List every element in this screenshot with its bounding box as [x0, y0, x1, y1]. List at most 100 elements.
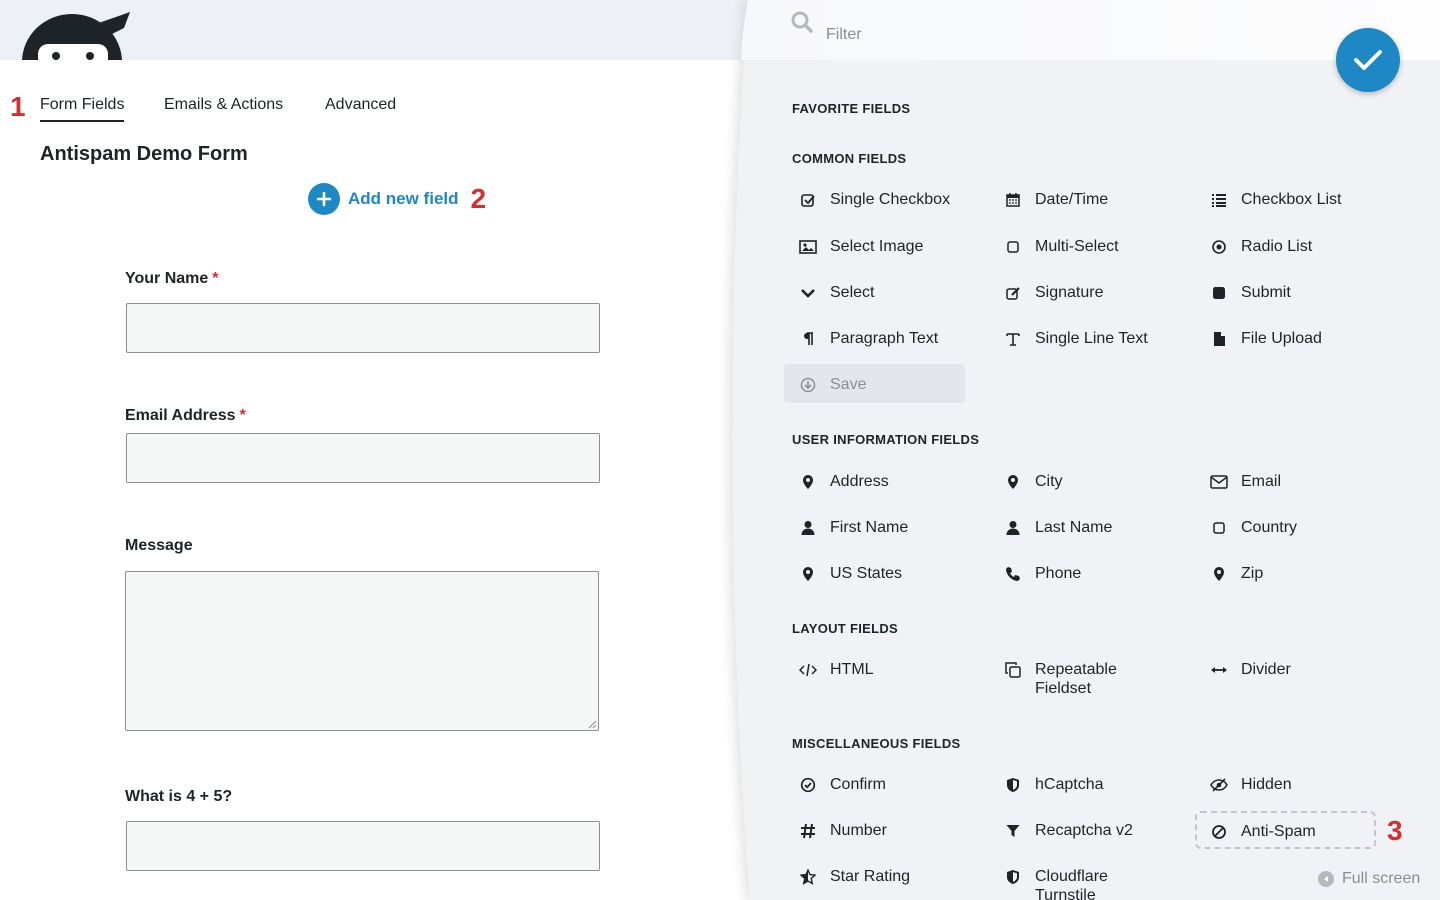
field-checkbox-list[interactable]: Checkbox List [1203, 190, 1383, 230]
field-first-name[interactable]: First Name [792, 518, 972, 558]
full-screen-label: Full screen [1342, 870, 1421, 887]
calendar-icon [1001, 190, 1025, 210]
filter-search[interactable]: Filter [790, 4, 862, 44]
field-select-image[interactable]: Select Image [792, 237, 972, 277]
map-marker-icon [796, 564, 820, 584]
field-country[interactable]: Country [1203, 518, 1383, 558]
user-icon [1001, 518, 1025, 538]
field-divider[interactable]: Divider [1203, 660, 1383, 700]
map-marker-icon [1001, 472, 1025, 492]
image-icon [796, 237, 820, 257]
filter-input[interactable]: Filter [826, 26, 862, 44]
square-filled-icon [1207, 283, 1231, 303]
field-submit[interactable]: Submit [1203, 283, 1383, 323]
field-select[interactable]: Select [792, 283, 972, 323]
field-cloudflare-turnstile[interactable]: Cloudflare Turnstile [997, 867, 1187, 900]
save-circle-icon [796, 375, 820, 395]
field-address[interactable]: Address [792, 472, 972, 512]
search-icon [790, 10, 814, 39]
section-favorite-fields: FAVORITE FIELDS [792, 101, 911, 116]
field-hcaptcha[interactable]: hCaptcha [997, 775, 1177, 815]
field-save[interactable]: Save [784, 364, 965, 403]
field-signature[interactable]: Signature [997, 283, 1177, 323]
arrows-horizontal-icon [1207, 660, 1231, 680]
radio-dot-icon [1207, 237, 1231, 257]
shield-icon [1001, 867, 1025, 887]
required-mark: * [212, 270, 219, 287]
message-label: Message [125, 537, 193, 554]
message-textarea[interactable] [125, 571, 599, 731]
square-outline-icon [1001, 237, 1025, 257]
plus-icon [308, 183, 340, 215]
your-name-label: Your Name * [125, 270, 219, 287]
shield-icon [1001, 775, 1025, 795]
field-anti-spam[interactable]: Anti-Spam [1195, 811, 1376, 849]
field-us-states[interactable]: US States [792, 564, 972, 604]
field-repeatable-fieldset[interactable]: Repeatable Fieldset [997, 660, 1187, 700]
add-new-field-label: Add new field [348, 189, 459, 208]
field-phone[interactable]: Phone [997, 564, 1177, 604]
filter-funnel-icon [1001, 821, 1025, 841]
form-title: Antispam Demo Form [40, 143, 248, 165]
section-miscellaneous-fields: MISCELLANEOUS FIELDS [792, 736, 961, 751]
add-new-field-button[interactable]: Add new field 2 [308, 183, 486, 215]
field-multi-select[interactable]: Multi-Select [997, 237, 1177, 277]
file-icon [1207, 329, 1231, 349]
resize-grip-icon[interactable] [587, 719, 597, 729]
section-user-information-fields: USER INFORMATION FIELDS [792, 432, 980, 447]
tab-emails-actions[interactable]: Emails & Actions [164, 96, 283, 114]
field-paragraph-text[interactable]: Paragraph Text [792, 329, 972, 369]
annotation-2: 2 [470, 183, 487, 214]
done-button[interactable] [1336, 28, 1400, 92]
copy-icon [1001, 660, 1025, 680]
annotation-3: 3 [1387, 815, 1403, 846]
builder-tabs: 1 Form Fields Emails & Actions Advanced [0, 60, 740, 130]
map-marker-icon [796, 472, 820, 492]
phone-icon [1001, 564, 1025, 584]
your-name-input[interactable] [126, 303, 600, 353]
field-zip[interactable]: Zip [1203, 564, 1383, 604]
map-marker-icon [1207, 564, 1231, 584]
field-single-checkbox[interactable]: Single Checkbox [792, 190, 972, 230]
field-star-rating[interactable]: Star Rating [792, 867, 972, 900]
code-icon [796, 660, 820, 680]
star-half-icon [796, 867, 820, 887]
field-confirm[interactable]: Confirm [792, 775, 972, 815]
field-date-time[interactable]: Date/Time [997, 190, 1177, 230]
checkmark-icon [1354, 50, 1382, 70]
field-html[interactable]: HTML [792, 660, 972, 700]
field-recaptcha-v2[interactable]: Recaptcha v2 [997, 821, 1177, 861]
hashtag-icon [796, 821, 820, 841]
field-file-upload[interactable]: File Upload [1203, 329, 1383, 369]
chevron-down-icon [796, 283, 820, 303]
field-single-line-text[interactable]: Single Line Text [997, 329, 1177, 369]
check-circle-icon [796, 775, 820, 795]
field-number[interactable]: Number [792, 821, 972, 861]
tab-advanced[interactable]: Advanced [325, 96, 396, 114]
checkbox-checked-icon [796, 190, 820, 210]
section-common-fields: COMMON FIELDS [792, 151, 907, 166]
email-address-label: Email Address * [125, 407, 246, 424]
math-answer-input[interactable] [126, 821, 600, 871]
email-address-input[interactable] [126, 433, 600, 483]
ban-icon [1207, 822, 1231, 842]
field-last-name[interactable]: Last Name [997, 518, 1177, 558]
list-icon [1207, 190, 1231, 210]
required-mark: * [239, 407, 246, 424]
full-screen-button[interactable]: Full screen [1318, 870, 1420, 888]
user-icon [796, 518, 820, 538]
math-question-label: What is 4 + 5? [125, 788, 233, 805]
arrow-left-circle-icon [1318, 871, 1334, 887]
section-layout-fields: LAYOUT FIELDS [792, 621, 898, 636]
eye-slash-icon [1207, 775, 1231, 795]
field-email[interactable]: Email [1203, 472, 1383, 512]
field-hidden[interactable]: Hidden [1203, 775, 1383, 815]
ninja-logo[interactable] [20, 6, 132, 60]
field-city[interactable]: City [997, 472, 1177, 512]
annotation-1: 1 [10, 91, 26, 122]
tab-form-fields[interactable]: Form Fields [40, 96, 125, 122]
field-radio-list[interactable]: Radio List [1203, 237, 1383, 277]
envelope-icon [1207, 472, 1231, 492]
square-outline-icon [1207, 518, 1231, 538]
edit-icon [1001, 283, 1025, 303]
